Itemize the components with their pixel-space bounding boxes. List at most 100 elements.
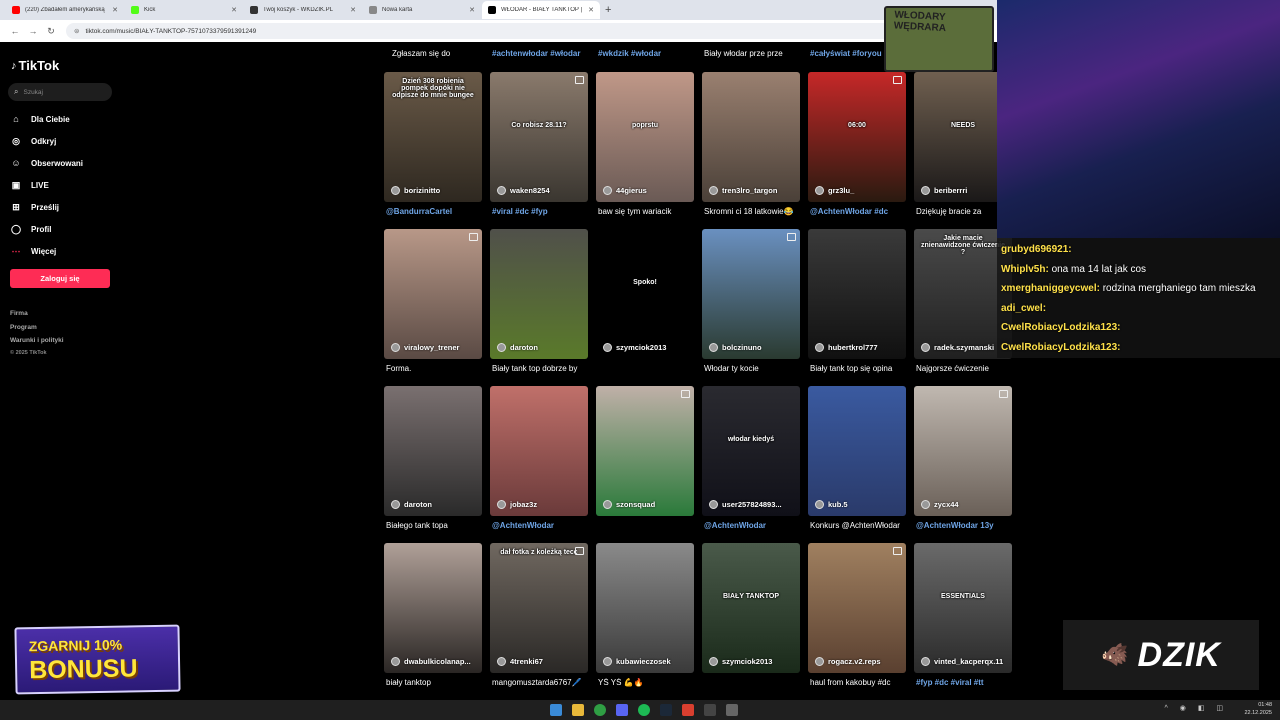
- nav-item-home[interactable]: ⌂ Dla Ciebie: [10, 112, 69, 126]
- video-author[interactable]: borizinitto: [391, 186, 440, 195]
- video-caption[interactable]: @AchtenWłodar #dc: [810, 207, 914, 216]
- chrome-icon[interactable]: [594, 704, 606, 716]
- author-name: grz3lu_: [828, 186, 855, 195]
- caption-top[interactable]: #wkdzik #włodar: [598, 49, 661, 58]
- video-card[interactable]: 06:00 grz3lu_: [808, 72, 906, 202]
- video-card[interactable]: Dzień 308 robienia pompek dopóki nie odp…: [384, 72, 482, 202]
- nav-item-following[interactable]: ☺ Obserwowani: [10, 156, 83, 170]
- video-card[interactable]: rogacz.v2.reps: [808, 543, 906, 673]
- nav-label: Odkryj: [31, 136, 57, 146]
- video-author[interactable]: bolczinuno: [709, 343, 762, 352]
- settings-icon[interactable]: [726, 704, 738, 716]
- video-author[interactable]: zycx44: [921, 500, 959, 509]
- video-card[interactable]: BIAŁY TANKTOP szymciok2013: [702, 543, 800, 673]
- system-tray[interactable]: ^ ◉ ◧ ◫: [1165, 704, 1228, 712]
- video-author[interactable]: grz3lu_: [815, 186, 854, 195]
- footer-link-program[interactable]: Program: [10, 324, 37, 331]
- forward-icon[interactable]: →: [24, 26, 42, 36]
- video-author[interactable]: szymciok2013: [603, 343, 666, 352]
- video-caption[interactable]: #viral #dc #fyp: [492, 207, 596, 216]
- video-author[interactable]: hubertkrol777: [815, 343, 878, 352]
- video-card[interactable]: kub.5: [808, 386, 906, 516]
- spotify-icon[interactable]: [638, 704, 650, 716]
- video-card[interactable]: włodar kiedyś user257824893...: [702, 386, 800, 516]
- video-card[interactable]: szonsquad: [596, 386, 694, 516]
- reload-icon[interactable]: ↻: [42, 26, 60, 37]
- search-input[interactable]: ⌕ Szukaj: [8, 83, 112, 101]
- video-card[interactable]: Spoko! szymciok2013: [596, 229, 694, 359]
- video-author[interactable]: daroton: [497, 343, 538, 352]
- video-author[interactable]: tren3lro_targon: [709, 186, 777, 195]
- video-author[interactable]: kubawieczosek: [603, 657, 671, 666]
- nav-item-upload[interactable]: ⊞ Prześlij: [10, 200, 59, 214]
- video-author[interactable]: rogacz.v2.reps: [815, 657, 881, 666]
- video-card[interactable]: dał fotka z koleżką tecc 4trenki67: [490, 543, 588, 673]
- video-card[interactable]: hubertkrol777: [808, 229, 906, 359]
- video-author[interactable]: jobaz3z: [497, 500, 537, 509]
- clock[interactable]: 01:48 22.12.2025: [1244, 701, 1272, 717]
- video-caption[interactable]: @AchtenWłodar: [704, 521, 808, 530]
- back-icon[interactable]: ←: [6, 26, 24, 36]
- video-card[interactable]: dwabulkicolanap...: [384, 543, 482, 673]
- footer-link-terms[interactable]: Warunki i polityki: [10, 337, 64, 344]
- video-card[interactable]: poprstu 44gierus: [596, 72, 694, 202]
- browser-tab[interactable]: Nowa karta ✕: [363, 1, 481, 19]
- video-author[interactable]: dwabulkicolanap...: [391, 657, 471, 666]
- video-author[interactable]: waken8254: [497, 186, 550, 195]
- video-card[interactable]: kubawieczosek: [596, 543, 694, 673]
- nav-item-compass[interactable]: ◎ Odkryj: [10, 134, 56, 148]
- video-card[interactable]: ESSENTIALS vinted_kacperqx.11: [914, 543, 1012, 673]
- video-card[interactable]: tren3lro_targon: [702, 72, 800, 202]
- video-caption[interactable]: @AchtenWłodar: [492, 521, 596, 530]
- new-tab-icon[interactable]: +: [605, 4, 611, 16]
- video-caption[interactable]: @BandurraCartel: [386, 207, 490, 216]
- chat-message: CwelRobiacyLodzika123:: [1001, 318, 1276, 338]
- steam-icon[interactable]: [660, 704, 672, 716]
- video-author[interactable]: daroton: [391, 500, 432, 509]
- video-caption[interactable]: #fyp #dc #viral #tt: [916, 678, 1020, 687]
- video-author[interactable]: beriberrri: [921, 186, 967, 195]
- video-author[interactable]: vinted_kacperqx.11: [921, 657, 1003, 666]
- browser-tab[interactable]: Twój koszyk - WKDZIK.PL ✕: [244, 1, 362, 19]
- video-card[interactable]: zycx44: [914, 386, 1012, 516]
- site-info-icon[interactable]: ⊜: [74, 27, 79, 35]
- browser-tab[interactable]: Kick ✕: [125, 1, 243, 19]
- video-caption[interactable]: @AchtenWłodar 13y: [916, 521, 1020, 530]
- video-author[interactable]: viralowy_trener: [391, 343, 459, 352]
- video-author[interactable]: radek.szymanski: [921, 343, 994, 352]
- nav-item-more[interactable]: ⋯ Więcej: [10, 244, 57, 258]
- close-tab-icon[interactable]: ✕: [112, 6, 118, 14]
- nav-item-live[interactable]: ▣ LIVE: [10, 178, 49, 192]
- video-thumbnail: [384, 543, 482, 673]
- close-tab-icon[interactable]: ✕: [469, 6, 475, 14]
- video-author[interactable]: user257824893...: [709, 500, 782, 509]
- windows-start-icon[interactable]: [550, 704, 562, 716]
- app-icon[interactable]: [704, 704, 716, 716]
- video-card[interactable]: daroton: [384, 386, 482, 516]
- video-author[interactable]: szymciok2013: [709, 657, 772, 666]
- video-author[interactable]: kub.5: [815, 500, 848, 509]
- close-tab-icon[interactable]: ✕: [350, 6, 356, 14]
- footer-link-company[interactable]: Firma: [10, 310, 28, 317]
- login-button[interactable]: Zaloguj się: [10, 269, 110, 288]
- video-card[interactable]: bolczinuno: [702, 229, 800, 359]
- url-field[interactable]: ⊜ tiktok.com/music/BIAŁY-TANKTOP-7571073…: [66, 23, 946, 39]
- video-card[interactable]: viralowy_trener: [384, 229, 482, 359]
- nav-item-profile[interactable]: ◯ Profil: [10, 222, 52, 236]
- video-card[interactable]: Co robisz 28.11? waken8254: [490, 72, 588, 202]
- video-author[interactable]: 4trenki67: [497, 657, 543, 666]
- video-author[interactable]: 44gierus: [603, 186, 647, 195]
- close-tab-icon[interactable]: ✕: [231, 6, 237, 14]
- obs-icon[interactable]: [682, 704, 694, 716]
- video-author[interactable]: szonsquad: [603, 500, 655, 509]
- file-explorer-icon[interactable]: [572, 704, 584, 716]
- caption-top[interactable]: #całyświat #foryou: [810, 49, 882, 58]
- browser-tab[interactable]: WŁODAR - BIAŁY TANKTOP | Ti ✕: [482, 1, 600, 19]
- browser-tab[interactable]: (220) Zbadałem amerykańską ✕: [6, 1, 124, 19]
- video-card[interactable]: jobaz3z: [490, 386, 588, 516]
- discord-icon[interactable]: [616, 704, 628, 716]
- tiktok-logo[interactable]: ♪ TikTok: [11, 58, 59, 73]
- close-tab-icon[interactable]: ✕: [588, 6, 594, 14]
- video-card[interactable]: daroton: [490, 229, 588, 359]
- caption-top[interactable]: #achtenwłodar #włodar: [492, 49, 580, 58]
